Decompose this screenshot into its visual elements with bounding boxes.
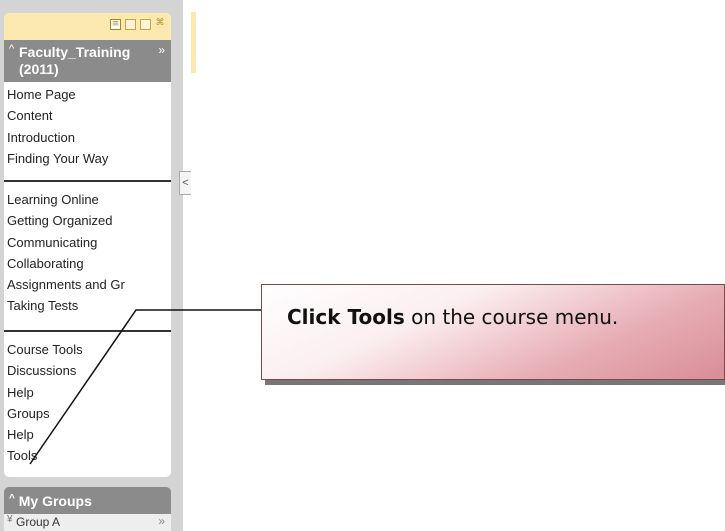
callout-pointer-line (29, 309, 261, 465)
